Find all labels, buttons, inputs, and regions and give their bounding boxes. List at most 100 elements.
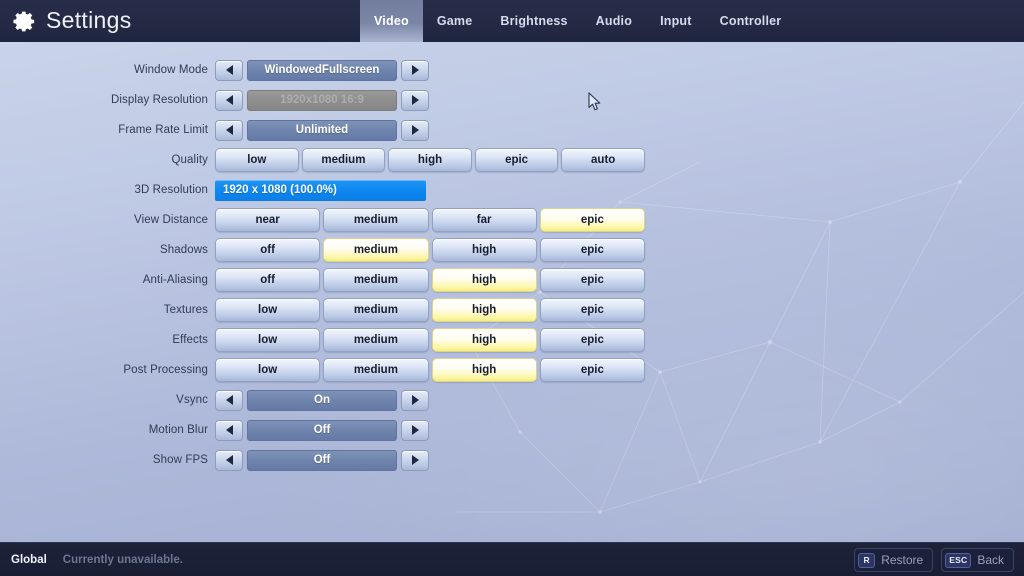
setting-label: Show FPS [152, 454, 208, 466]
option-post-processing-low[interactable]: low [215, 358, 321, 382]
back-button[interactable]: ESC Back [941, 548, 1014, 572]
option-effects-high[interactable]: high [431, 328, 537, 352]
tab-controller[interactable]: Controller [706, 0, 796, 42]
option-shadows-high[interactable]: high [431, 238, 537, 262]
key-badge: ESC [945, 552, 972, 568]
restore-button[interactable]: R Restore [854, 548, 934, 572]
option-anti-aliasing-off[interactable]: off [215, 268, 321, 292]
option-view-distance-epic[interactable]: epic [539, 208, 645, 232]
chevron-right-icon[interactable] [401, 449, 429, 471]
setting-label: Window Mode [134, 64, 208, 76]
tab-input[interactable]: Input [646, 0, 706, 42]
option-post-processing-medium[interactable]: medium [323, 358, 429, 382]
settings-body: Window Mode WindowedFullscreen Display Res… [0, 42, 1024, 542]
spinner-value-vsync[interactable]: On [247, 389, 397, 411]
option-post-processing-high[interactable]: high [431, 358, 537, 382]
setting-label: Quality [171, 154, 208, 166]
spinner-value-show-fps[interactable]: Off [247, 449, 397, 471]
option-view-distance-far[interactable]: far [431, 208, 537, 232]
footer-actions: R Restore ESC Back [854, 543, 1014, 576]
option-group-view-distance: near medium far epic [215, 208, 645, 232]
setting-row: Shadows off medium high epic [0, 238, 645, 262]
setting-row: Anti-Aliasing off medium high epic [0, 268, 645, 292]
tab-game[interactable]: Game [423, 0, 487, 42]
option-anti-aliasing-medium[interactable]: medium [323, 268, 429, 292]
option-effects-low[interactable]: low [215, 328, 321, 352]
option-textures-high[interactable]: high [431, 298, 537, 322]
setting-row: Display Resolution 1920x1080 16:9 [0, 88, 429, 112]
option-effects-medium[interactable]: medium [323, 328, 429, 352]
chevron-right-icon[interactable] [401, 419, 429, 441]
option-anti-aliasing-high[interactable]: high [431, 268, 537, 292]
settings-screen: Settings Video Game Brightness Audio Input Co… [0, 0, 1024, 576]
app-title-group: Settings [12, 0, 132, 42]
setting-row: Window Mode WindowedFullscreen [0, 58, 429, 82]
option-group-anti-aliasing: off medium high epic [215, 268, 645, 292]
chevron-left-icon[interactable] [215, 89, 243, 111]
chevron-right-icon[interactable] [401, 59, 429, 81]
spinner-value-frame-rate-limit[interactable]: Unlimited [247, 119, 397, 141]
gear-icon [12, 9, 37, 34]
tab-brightness[interactable]: Brightness [486, 0, 581, 42]
restore-button-label: Restore [881, 553, 924, 567]
setting-label: Vsync [176, 394, 208, 406]
chevron-right-icon[interactable] [401, 389, 429, 411]
option-view-distance-medium[interactable]: medium [323, 208, 429, 232]
option-textures-epic[interactable]: epic [539, 298, 645, 322]
option-effects-epic[interactable]: epic [539, 328, 645, 352]
option-shadows-medium[interactable]: medium [323, 238, 429, 262]
setting-label: Shadows [159, 244, 208, 256]
setting-label: View Distance [134, 214, 208, 226]
footer-left-group: Global Currently unavailable. [11, 543, 183, 576]
setting-row: Textures low medium high epic [0, 298, 645, 322]
option-anti-aliasing-epic[interactable]: epic [539, 268, 645, 292]
option-quality-low[interactable]: low [215, 148, 299, 172]
tab-audio[interactable]: Audio [582, 0, 646, 42]
chevron-right-icon[interactable] [401, 89, 429, 111]
spinner-vsync: On [215, 389, 429, 411]
spinner-frame-rate-limit: Unlimited [215, 119, 429, 141]
option-shadows-epic[interactable]: epic [539, 238, 645, 262]
setting-label: Motion Blur [148, 424, 208, 436]
option-quality-auto[interactable]: auto [561, 148, 645, 172]
option-quality-high[interactable]: high [388, 148, 472, 172]
spinner-window-mode: WindowedFullscreen [215, 59, 429, 81]
header-bar: Settings Video Game Brightness Audio Input Co… [0, 0, 1024, 42]
option-view-distance-near[interactable]: near [215, 208, 321, 232]
setting-label: Textures [163, 304, 208, 316]
slider-3d-resolution[interactable]: 1920 x 1080 (100.0%) [215, 179, 426, 201]
option-quality-medium[interactable]: medium [301, 148, 386, 172]
tab-video[interactable]: Video [360, 0, 423, 42]
footer-scope-label: Global [11, 554, 47, 566]
setting-label: 3D Resolution [134, 184, 208, 196]
option-post-processing-epic[interactable]: epic [539, 358, 645, 382]
setting-label: Frame Rate Limit [118, 124, 208, 136]
option-group-effects: low medium high epic [215, 328, 645, 352]
spinner-value-motion-blur[interactable]: Off [247, 419, 397, 441]
option-textures-medium[interactable]: medium [323, 298, 429, 322]
setting-row: Effects low medium high epic [0, 328, 645, 352]
chevron-right-icon[interactable] [401, 119, 429, 141]
key-badge: R [858, 552, 876, 568]
option-quality-epic[interactable]: epic [474, 148, 559, 172]
chevron-left-icon[interactable] [215, 59, 243, 81]
spinner-value-window-mode[interactable]: WindowedFullscreen [247, 59, 397, 81]
option-shadows-off[interactable]: off [215, 238, 321, 262]
footer-status-text: Currently unavailable. [62, 554, 183, 566]
spinner-display-resolution: 1920x1080 16:9 [215, 89, 429, 111]
setting-row: Show FPS Off [0, 448, 429, 472]
spinner-value-display-resolution: 1920x1080 16:9 [247, 89, 397, 111]
option-textures-low[interactable]: low [215, 298, 321, 322]
chevron-left-icon[interactable] [215, 449, 243, 471]
option-group-textures: low medium high epic [215, 298, 645, 322]
setting-label: Post Processing [123, 364, 208, 376]
setting-row: Motion Blur Off [0, 418, 429, 442]
setting-row: 3D Resolution 1920 x 1080 (100.0%) [0, 178, 426, 202]
chevron-left-icon[interactable] [215, 389, 243, 411]
chevron-left-icon[interactable] [215, 419, 243, 441]
option-group-quality: low medium high epic auto [215, 148, 645, 172]
setting-label: Anti-Aliasing [142, 274, 208, 286]
chevron-left-icon[interactable] [215, 119, 243, 141]
setting-row: Frame Rate Limit Unlimited [0, 118, 429, 142]
option-group-post-processing: low medium high epic [215, 358, 645, 382]
